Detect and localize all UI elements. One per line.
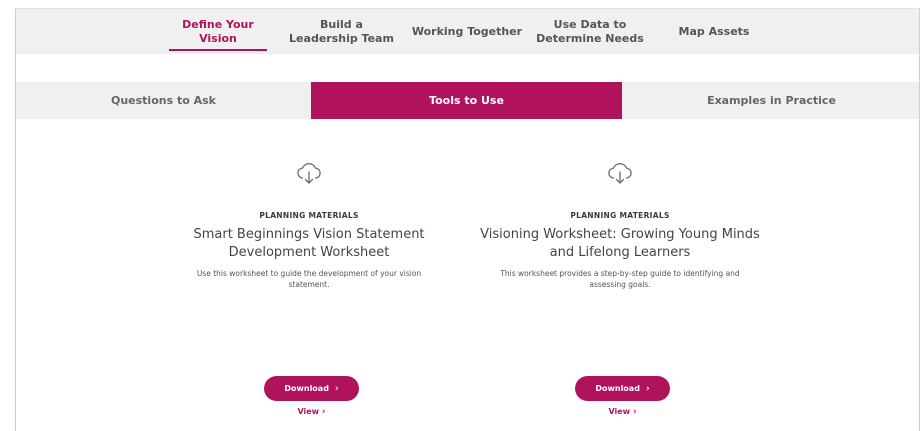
- nav-working-together[interactable]: Working Together: [411, 9, 523, 54]
- tab-questions-to-ask[interactable]: Questions to Ask: [16, 82, 311, 119]
- view-link[interactable]: View ›: [590, 407, 655, 417]
- active-nav-underline: [169, 49, 267, 51]
- card-title: Visioning Worksheet: Growing Young Minds…: [480, 227, 760, 260]
- chevron-right-icon: ›: [334, 383, 339, 394]
- download-button[interactable]: Download ›: [264, 376, 359, 401]
- download-label: Download: [284, 384, 329, 393]
- nav-map-assets[interactable]: Map Assets: [669, 9, 759, 54]
- nav-use-data[interactable]: Use Data to Determine Needs: [534, 9, 646, 54]
- chevron-right-icon: ›: [645, 383, 650, 394]
- cloud-download-icon: [608, 163, 632, 184]
- chevron-right-icon: ›: [632, 407, 637, 417]
- download-button[interactable]: Download ›: [575, 376, 670, 401]
- view-link[interactable]: View ›: [279, 407, 344, 417]
- download-label: Download: [595, 384, 640, 393]
- view-label: View: [297, 407, 320, 416]
- chevron-right-icon: ›: [321, 407, 326, 417]
- top-navigation: Define Your Vision Build a Leadership Te…: [16, 9, 919, 54]
- card-category: PLANNING MATERIALS: [570, 211, 670, 220]
- nav-build-leadership-team[interactable]: Build a Leadership Team: [284, 9, 399, 54]
- resource-card: PLANNING MATERIALS Smart Beginnings Visi…: [159, 159, 459, 417]
- tab-bar: Questions to Ask Tools to Use Examples i…: [16, 82, 919, 119]
- card-description: Use this worksheet to guide the developm…: [196, 269, 422, 289]
- view-label: View: [608, 407, 631, 416]
- tab-tools-to-use[interactable]: Tools to Use: [311, 82, 622, 119]
- cloud-download-icon: [297, 163, 321, 184]
- tab-examples-in-practice[interactable]: Examples in Practice: [622, 82, 921, 119]
- card-category: PLANNING MATERIALS: [259, 211, 359, 220]
- nav-define-your-vision[interactable]: Define Your Vision: [166, 9, 270, 54]
- card-description: This worksheet provides a step-by-step g…: [500, 269, 740, 289]
- page-frame: Define Your Vision Build a Leadership Te…: [15, 8, 920, 431]
- card-title: Smart Beginnings Vision Statement Develo…: [193, 227, 425, 260]
- resource-card: PLANNING MATERIALS Visioning Worksheet: …: [470, 159, 770, 417]
